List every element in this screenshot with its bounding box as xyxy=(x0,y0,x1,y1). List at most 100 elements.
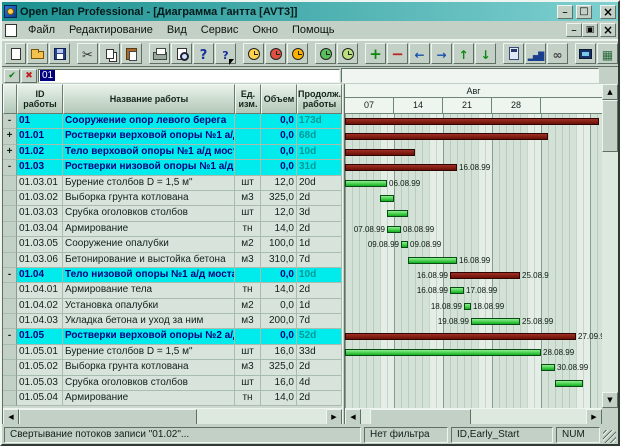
clock-green-button[interactable] xyxy=(315,43,336,64)
expand-toggle[interactable]: + xyxy=(3,145,17,160)
table-row[interactable]: -01.05Ростверки верховой опоры №2 а/д0,0… xyxy=(3,329,342,344)
link-button[interactable] xyxy=(547,43,568,64)
table-row[interactable]: 01.03.03Срубка оголовков столбовшт12,03d xyxy=(3,206,342,221)
resize-grip-icon[interactable] xyxy=(603,430,616,443)
expand-toggle[interactable]: - xyxy=(3,160,17,175)
scroll-up-arrow-icon[interactable] xyxy=(602,84,618,100)
menu-item-1[interactable]: Файл xyxy=(21,22,62,38)
scroll-track[interactable] xyxy=(602,100,618,392)
table-row[interactable]: 01.05.03Срубка оголовков столбовшт16,04d xyxy=(3,376,342,391)
gantt-bar-summary[interactable] xyxy=(345,149,415,156)
mdi-close-button[interactable] xyxy=(600,23,616,37)
scroll-down-arrow-icon[interactable] xyxy=(602,392,618,408)
move-up-button[interactable] xyxy=(453,43,474,64)
monitor-button[interactable] xyxy=(575,43,596,64)
copy-button[interactable] xyxy=(99,43,120,64)
gantt-bar-task[interactable] xyxy=(471,318,520,325)
table-row[interactable]: 01.03.01Бурение столбов D = 1,5 м"шт12,0… xyxy=(3,176,342,191)
cut-button[interactable] xyxy=(77,43,98,64)
expand-toggle[interactable] xyxy=(3,222,17,237)
outdent-button[interactable] xyxy=(409,43,430,64)
gantt-bar-task[interactable] xyxy=(401,241,408,248)
document-icon[interactable] xyxy=(5,24,17,37)
maximize-button[interactable] xyxy=(576,5,592,19)
mdi-minimize-button[interactable] xyxy=(566,23,582,37)
table-row[interactable]: 01.05.01Бурение столбов D = 1,5 м"шт16,0… xyxy=(3,345,342,360)
new-button[interactable] xyxy=(5,43,26,64)
gantt-bar-summary[interactable] xyxy=(450,272,520,279)
help-button[interactable] xyxy=(193,43,214,64)
scroll-left-arrow-icon[interactable] xyxy=(3,409,19,424)
chart-button[interactable] xyxy=(525,43,546,64)
gantt-bar-summary[interactable] xyxy=(345,333,576,340)
confirm-button[interactable] xyxy=(4,69,20,83)
table-row[interactable]: 01.04.03Укладка бетона и уход за нимм320… xyxy=(3,314,342,329)
expand-toggle[interactable] xyxy=(3,299,17,314)
expand-toggle[interactable] xyxy=(3,314,17,329)
expand-toggle[interactable] xyxy=(3,283,17,298)
table-row[interactable]: -01.04Тело низовой опоры №1 а/д моста0,0… xyxy=(3,268,342,283)
expand-toggle[interactable]: - xyxy=(3,268,17,283)
gantt-bar-task[interactable] xyxy=(464,303,471,310)
add-button[interactable] xyxy=(365,43,386,64)
table-row[interactable]: +01.01Ростверки верховой опоры №1 а/д0,0… xyxy=(3,129,342,144)
table-row[interactable]: 01.05.02Выборка грунта котлованам3325,02… xyxy=(3,360,342,375)
table-row[interactable]: -01.03Ростверки низовой опоры №1 а/д м0,… xyxy=(3,160,342,175)
table-row[interactable]: -01Сооружение опор левого берега0,0173d xyxy=(3,114,342,129)
whatsthis-button[interactable] xyxy=(215,43,236,64)
gantt-bar-task[interactable] xyxy=(345,349,541,356)
menu-item-2[interactable]: Редактирование xyxy=(62,22,160,38)
paste-button[interactable] xyxy=(121,43,142,64)
menu-item-4[interactable]: Сервис xyxy=(194,22,246,38)
expand-toggle[interactable] xyxy=(3,345,17,360)
expand-toggle[interactable] xyxy=(3,391,17,406)
scroll-right-arrow-icon[interactable] xyxy=(326,409,342,424)
table-row[interactable]: 01.05.04Армированиетн14,02d xyxy=(3,391,342,406)
expand-toggle[interactable]: - xyxy=(3,329,17,344)
gantt-bar-task[interactable] xyxy=(387,226,401,233)
gantt-bar-task[interactable] xyxy=(408,257,457,264)
expand-toggle[interactable] xyxy=(3,176,17,191)
table-row[interactable]: 01.03.04Армированиетн14,02d xyxy=(3,222,342,237)
move-down-button[interactable] xyxy=(475,43,496,64)
expand-toggle[interactable] xyxy=(3,237,17,252)
cancel-button[interactable] xyxy=(21,69,37,83)
gantt-bar-task[interactable] xyxy=(541,364,555,371)
open-button[interactable] xyxy=(27,43,48,64)
remove-button[interactable] xyxy=(387,43,408,64)
header-id[interactable]: ID работы xyxy=(17,84,63,114)
table-row[interactable]: 01.04.02Установка опалубким20,01d xyxy=(3,299,342,314)
edit-input[interactable]: 01 xyxy=(38,69,340,83)
scroll-track[interactable] xyxy=(361,409,586,424)
expand-toggle[interactable] xyxy=(3,360,17,375)
gantt-bar-summary[interactable] xyxy=(345,133,548,140)
gantt-bar-summary[interactable] xyxy=(345,118,599,125)
clock-red-button[interactable] xyxy=(265,43,286,64)
indent-button[interactable] xyxy=(431,43,452,64)
mdi-restore-button[interactable] xyxy=(582,23,598,37)
table-row[interactable]: 01.04.01Армирование телатн14,02d xyxy=(3,283,342,298)
scroll-right-arrow-icon[interactable] xyxy=(586,409,602,424)
calc-button[interactable] xyxy=(503,43,524,64)
preview-button[interactable] xyxy=(171,43,192,64)
gantt-bar-task[interactable] xyxy=(450,287,464,294)
close-button[interactable] xyxy=(600,5,616,19)
print-button[interactable] xyxy=(149,43,170,64)
table-row[interactable]: 01.03.06Бетонирование и выстойка бетонам… xyxy=(3,253,342,268)
scroll-thumb[interactable] xyxy=(602,100,618,152)
menu-item-5[interactable]: Окно xyxy=(245,22,285,38)
clock-gold-button[interactable] xyxy=(287,43,308,64)
grid-button[interactable] xyxy=(597,43,618,64)
scroll-thumb[interactable] xyxy=(19,409,197,424)
gantt-bar-task[interactable] xyxy=(387,210,408,217)
scroll-left-arrow-icon[interactable] xyxy=(345,409,361,424)
table-row[interactable]: 01.03.02Выборка грунта котлованам3325,02… xyxy=(3,191,342,206)
table-row[interactable]: 01.03.05Сооружение опалубким2100,01d xyxy=(3,237,342,252)
header-volume[interactable]: Объем xyxy=(261,84,297,114)
title-bar[interactable]: Open Plan Professional - [Диаграмма Гант… xyxy=(2,2,618,21)
expand-toggle[interactable]: - xyxy=(3,114,17,129)
chart-horizontal-scrollbar[interactable] xyxy=(345,408,602,424)
scroll-track[interactable] xyxy=(19,409,326,424)
gantt-bar-task[interactable] xyxy=(345,180,387,187)
gantt-bar-task[interactable] xyxy=(555,380,583,387)
